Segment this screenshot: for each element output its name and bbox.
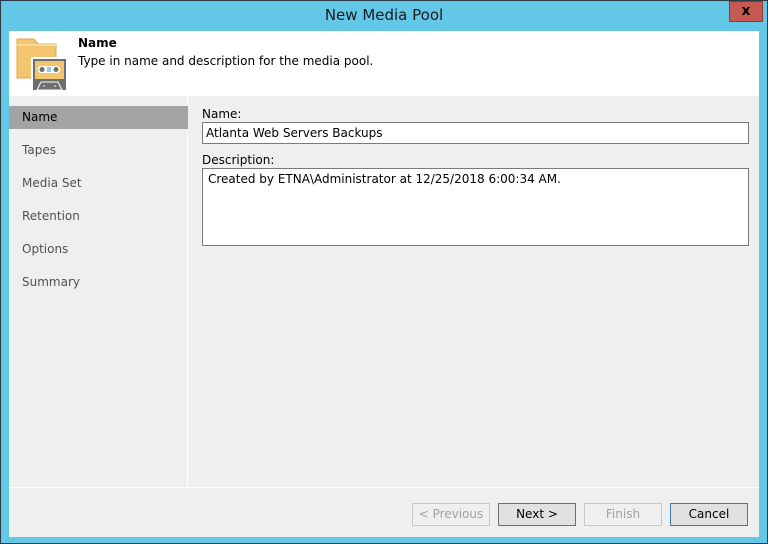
title-bar[interactable]: New Media Pool x <box>1 1 767 31</box>
close-icon: x <box>741 3 751 19</box>
sidebar-item-options[interactable]: Options <box>9 238 188 261</box>
close-button[interactable]: x <box>729 1 763 22</box>
wizard-header: Name Type in name and description for th… <box>9 31 759 96</box>
window-title: New Media Pool <box>324 6 444 24</box>
next-button[interactable]: Next > <box>498 503 576 526</box>
sidebar-item-tapes[interactable]: Tapes <box>9 139 188 162</box>
new-media-pool-window: New Media Pool x Name Type in name and d… <box>0 0 768 544</box>
wizard-content: Name: Description: Created by ETNA\Admin… <box>189 96 759 487</box>
previous-button[interactable]: < Previous <box>412 503 490 526</box>
sidebar-item-retention[interactable]: Retention <box>9 205 188 228</box>
sidebar-item-media-set[interactable]: Media Set <box>9 172 188 195</box>
finish-button[interactable]: Finish <box>584 503 662 526</box>
step-title: Name <box>78 36 117 50</box>
wizard-footer: < Previous Next > Finish Cancel <box>9 487 759 537</box>
wizard-steps-sidebar: Name Tapes Media Set Retention Options S… <box>9 96 188 487</box>
cancel-button[interactable]: Cancel <box>670 503 748 526</box>
name-label: Name: <box>202 107 242 121</box>
name-input[interactable] <box>202 122 749 144</box>
step-description: Type in name and description for the med… <box>78 54 374 68</box>
wizard-client-area: Name Type in name and description for th… <box>9 31 759 537</box>
sidebar-item-name[interactable]: Name <box>9 106 188 129</box>
description-textarea[interactable]: Created by ETNA\Administrator at 12/25/2… <box>202 168 749 246</box>
sidebar-item-summary[interactable]: Summary <box>9 271 188 294</box>
description-label: Description: <box>202 153 275 167</box>
media-pool-folder-tape-icon <box>16 38 67 91</box>
